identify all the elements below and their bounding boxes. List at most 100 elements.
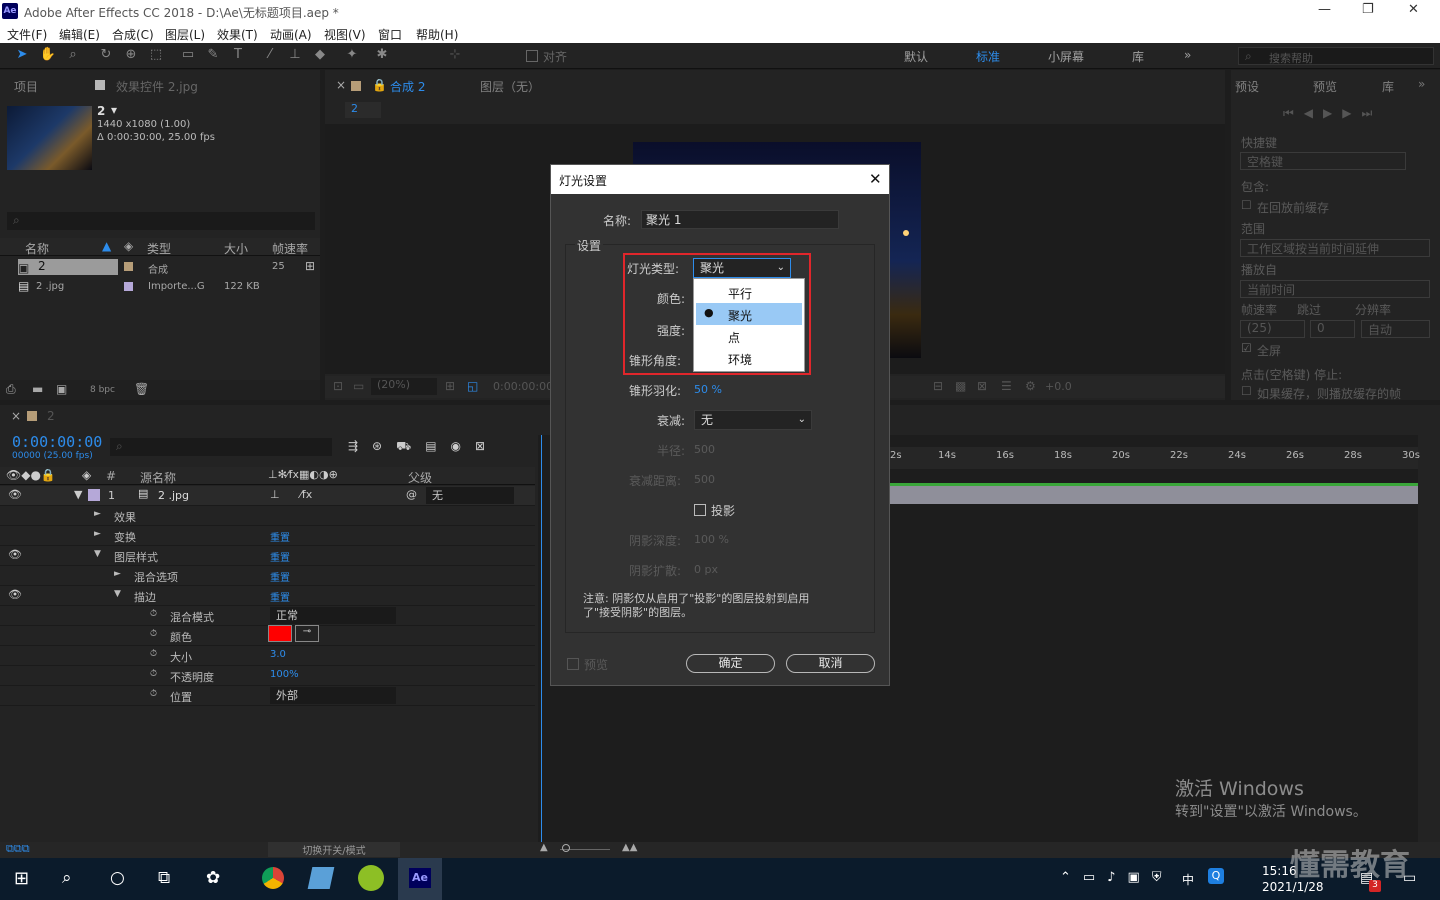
project-search-field[interactable]: ⌕	[7, 212, 315, 230]
interpret-footage-icon[interactable]: ⎙	[6, 382, 16, 397]
stopwatch-icon[interactable]: ⏱	[150, 609, 157, 619]
eye-icon[interactable]: 👁	[8, 488, 22, 501]
minimize-icon[interactable]: —	[1318, 2, 1331, 17]
zoom-select[interactable]: (20%)	[371, 378, 437, 395]
monitor-icon[interactable]: ▭	[353, 379, 364, 393]
label-swatch[interactable]	[88, 489, 100, 501]
resolution-select[interactable]: 自动	[1361, 320, 1430, 338]
cache-stop-checkbox[interactable]: ☐	[1241, 384, 1252, 398]
workspace-standard[interactable]: 标准	[976, 48, 1000, 65]
property-value[interactable]: 100%	[270, 669, 299, 680]
property-row[interactable]: ⏱ 混合模式 正常	[0, 606, 535, 626]
timeline-search-field[interactable]: ⌕	[110, 438, 332, 456]
folder-icon[interactable]: ▬	[32, 382, 43, 396]
name-input[interactable]: 聚光 1	[641, 210, 839, 229]
chart-icon[interactable]: ☰	[1001, 379, 1012, 393]
tab-library[interactable]: 库	[1382, 78, 1394, 95]
zoom-tool-icon[interactable]: ⌕	[63, 47, 83, 65]
cancel-button[interactable]: 取消	[786, 654, 875, 673]
zoom-out-icon[interactable]: ▲	[540, 842, 548, 853]
region-icon[interactable]: ⊟	[933, 379, 943, 393]
stopwatch-icon[interactable]: ⏱	[150, 669, 157, 679]
app-pinwheel-icon[interactable]: ✿	[206, 868, 220, 888]
cast-shadow-checkbox[interactable]	[694, 504, 706, 516]
comp-flowchart-icon[interactable]: ⧉⧉⧉	[6, 842, 30, 856]
tab-effect-controls[interactable]: 效果控件 2.jpg	[116, 78, 198, 95]
workspace-small-screen[interactable]: 小屏幕	[1048, 48, 1084, 65]
text-tool-icon[interactable]: T	[228, 47, 248, 65]
project-row[interactable]: 2 ▣ 合成 25 ⊞	[0, 258, 320, 276]
axis-icon[interactable]: ⊹	[445, 47, 465, 65]
pan-behind-tool-icon[interactable]: ⬚	[146, 47, 166, 65]
fps-select[interactable]: (25)	[1240, 320, 1305, 338]
twirl-icon[interactable]: ►	[94, 529, 101, 539]
property-row[interactable]: ⏱ 大小 3.0	[0, 646, 535, 666]
exposure-value[interactable]: +0.0	[1045, 380, 1072, 393]
range-select[interactable]: 工作区域按当前时间延伸	[1240, 239, 1430, 257]
layer-name[interactable]: 2 .jpg	[158, 489, 189, 502]
menu-layer[interactable]: 图层(L)	[165, 26, 205, 43]
preview-checkbox[interactable]	[567, 658, 579, 670]
property-row[interactable]: ► 效果	[0, 506, 535, 526]
stopwatch-icon[interactable]: ⏱	[150, 629, 157, 639]
twirl-icon[interactable]: ►	[94, 509, 101, 519]
property-value[interactable]: 重置	[270, 569, 290, 584]
parent-select[interactable]: 无	[426, 487, 514, 504]
menu-animation[interactable]: 动画(A)	[270, 26, 312, 43]
twirl-icon[interactable]: ►	[114, 569, 121, 579]
task-view-icon[interactable]: ⧉	[158, 868, 170, 888]
ae-taskbar-button[interactable]: Ae	[398, 858, 442, 900]
camera-tool-icon[interactable]: ⊕	[121, 47, 141, 65]
puppet-tool-icon[interactable]: ✱	[372, 47, 392, 65]
twirl-icon[interactable]: ▼	[114, 589, 121, 599]
fit-icon[interactable]: ⊞	[445, 379, 455, 393]
stroke-color-swatch[interactable]	[268, 625, 292, 642]
cache-checkbox[interactable]: ☐	[1241, 198, 1252, 212]
layer-row[interactable]: 👁 ▼ 1 ▤ 2 .jpg ⊥ ⁄fx @ 无	[0, 486, 535, 506]
col-parent[interactable]: 父级	[408, 469, 432, 486]
layer-bar[interactable]	[888, 486, 1418, 504]
property-value[interactable]: 重置	[270, 589, 290, 604]
windows-start-icon[interactable]: ⊞	[14, 868, 29, 889]
tray-icons[interactable]: ⌃▭♪▣⛨	[1060, 870, 1174, 885]
col-source-name[interactable]: 源名称	[140, 469, 176, 486]
eye-icon[interactable]: 👁	[8, 588, 22, 601]
eyedropper-icon[interactable]: ⊸	[295, 625, 319, 642]
tab-composition[interactable]: 合成 2	[390, 78, 425, 95]
zoom-slider-handle[interactable]	[562, 844, 570, 852]
fx-switch-icon[interactable]: ⁄fx	[300, 488, 312, 501]
tab-timeline[interactable]: 2	[47, 409, 55, 423]
tab-presets[interactable]: 预设	[1235, 78, 1259, 95]
workspace-default[interactable]: 默认	[904, 48, 928, 65]
stopwatch-icon[interactable]: ⏱	[150, 689, 157, 699]
property-row[interactable]: ► 变换 重置	[0, 526, 535, 546]
render-icon[interactable]: ⚙	[1025, 379, 1036, 393]
tab-preview[interactable]: 预览	[1313, 78, 1337, 95]
qq-icon[interactable]: Q	[1208, 868, 1224, 884]
timeline-tools-icon[interactable]: ⇶⊛⛟▤◉⊠	[348, 439, 499, 455]
eraser-tool-icon[interactable]: ◆	[310, 47, 330, 65]
playback-controls-icon[interactable]: ⏮◀▶▶⏭	[1283, 106, 1382, 121]
col-fps[interactable]: 帧速率	[272, 240, 308, 257]
falloff-select[interactable]: 无 ⌄	[694, 410, 812, 430]
project-row[interactable]: ▤ 2 .jpg Importe...G 122 KB	[0, 278, 320, 296]
3d-icon[interactable]: ⊠	[977, 379, 987, 393]
new-composition-icon[interactable]: ▣	[56, 382, 67, 396]
ime-indicator[interactable]: 中	[1182, 871, 1194, 888]
menu-effect[interactable]: 效果(T)	[217, 26, 258, 43]
flowchart-icon[interactable]: ⊞	[305, 259, 315, 273]
timecode[interactable]: 0:00:00:00	[12, 433, 102, 451]
col-type[interactable]: 类型	[147, 240, 171, 257]
col-name[interactable]: 名称	[25, 240, 49, 257]
search-icon[interactable]: ⌕	[62, 868, 72, 888]
align-checkbox[interactable]	[526, 50, 538, 62]
tab-project[interactable]: 项目	[14, 78, 38, 95]
shortcut-select[interactable]: 空格键	[1240, 152, 1406, 170]
tab-layer[interactable]: 图层（无）	[480, 78, 540, 95]
col-size[interactable]: 大小	[224, 240, 248, 257]
selection-tool-icon[interactable]: ➤	[12, 47, 32, 65]
close-tab-icon[interactable]: ×	[336, 78, 346, 92]
shy-switch-icon[interactable]: ⊥	[270, 488, 280, 501]
restore-icon[interactable]: ❐	[1362, 2, 1374, 17]
ok-button[interactable]: 确定	[686, 654, 775, 673]
